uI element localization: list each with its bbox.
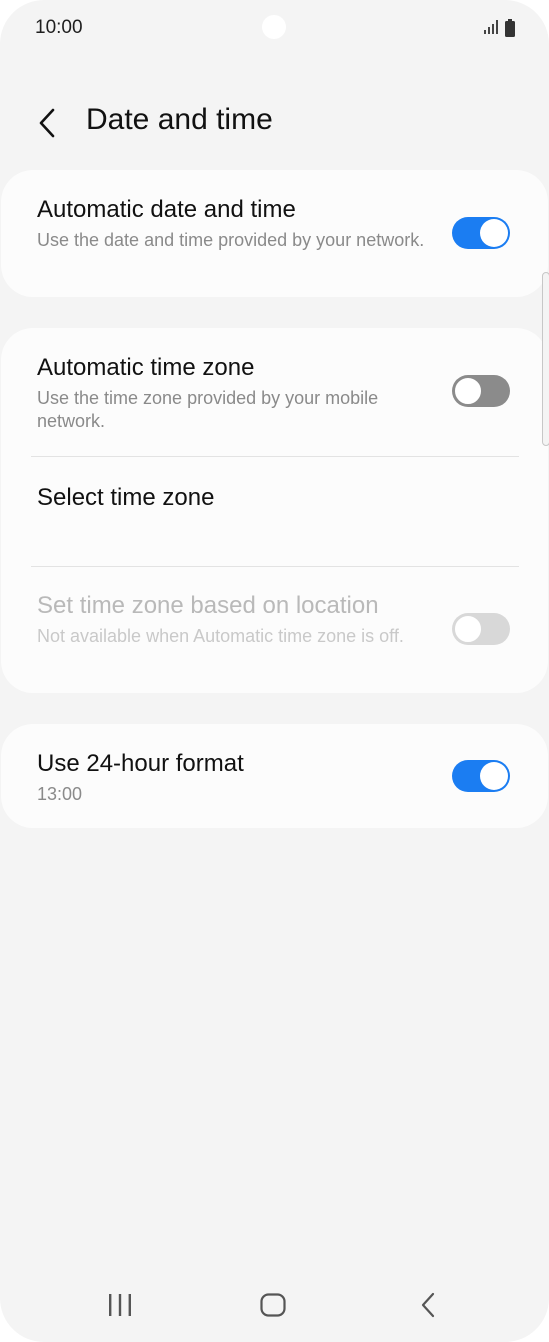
- location-time-zone-toggle: [452, 613, 510, 645]
- format-24h-title: Use 24-hour format: [37, 750, 244, 777]
- auto-date-time-card: Automatic date and time Use the date and…: [1, 170, 548, 297]
- toggle-knob: [480, 219, 508, 247]
- location-time-zone-title: Set time zone based on location: [37, 592, 379, 619]
- status-bar: 10:00: [0, 0, 549, 58]
- nav-back-button[interactable]: [398, 1280, 458, 1330]
- auto-date-time-subtitle: Use the date and time provided by your n…: [37, 230, 425, 250]
- select-time-zone-row[interactable]: Select time zone: [1, 457, 548, 566]
- auto-date-time-row[interactable]: Automatic date and time Use the date and…: [1, 170, 548, 297]
- navigation-bar: [0, 1280, 549, 1330]
- page-title: Date and time: [86, 103, 273, 136]
- home-button[interactable]: [243, 1280, 303, 1330]
- back-arrow-icon: [39, 108, 55, 138]
- format-24h-toggle[interactable]: [452, 760, 510, 792]
- auto-time-zone-toggle[interactable]: [452, 375, 510, 407]
- auto-time-zone-subtitle: Use the time zone provided by your mobil…: [37, 388, 379, 431]
- header: Date and time: [0, 95, 549, 151]
- camera-cutout: [262, 15, 286, 39]
- scroll-handle[interactable]: [542, 272, 549, 446]
- auto-time-zone-title: Automatic time zone: [37, 354, 255, 381]
- battery-icon: [505, 19, 515, 37]
- home-icon: [260, 1293, 286, 1317]
- format-24h-row[interactable]: Use 24-hour format 13:00: [1, 724, 548, 828]
- recents-button[interactable]: [90, 1280, 150, 1330]
- auto-date-time-title: Automatic date and time: [37, 196, 296, 223]
- format-24h-subtitle: 13:00: [37, 784, 83, 804]
- select-time-zone-title: Select time zone: [37, 484, 215, 511]
- time-zone-card: Automatic time zone Use the time zone pr…: [1, 328, 548, 693]
- auto-date-time-toggle[interactable]: [452, 217, 510, 249]
- status-time: 10:00: [35, 17, 83, 38]
- recents-icon: [109, 1294, 131, 1316]
- auto-time-zone-row[interactable]: Automatic time zone Use the time zone pr…: [1, 328, 548, 456]
- format-card: Use 24-hour format 13:00: [1, 724, 548, 828]
- toggle-knob: [453, 376, 483, 406]
- back-button[interactable]: [30, 105, 64, 141]
- phone-screen: 10:00 Date and time Automatic date and t…: [0, 0, 549, 1342]
- signal-icon: [484, 20, 498, 34]
- toggle-knob: [453, 614, 483, 644]
- back-icon: [421, 1292, 435, 1318]
- location-time-zone-row: Set time zone based on location Not avai…: [1, 567, 548, 693]
- location-time-zone-subtitle: Not available when Automatic time zone i…: [37, 626, 404, 646]
- toggle-knob: [480, 762, 508, 790]
